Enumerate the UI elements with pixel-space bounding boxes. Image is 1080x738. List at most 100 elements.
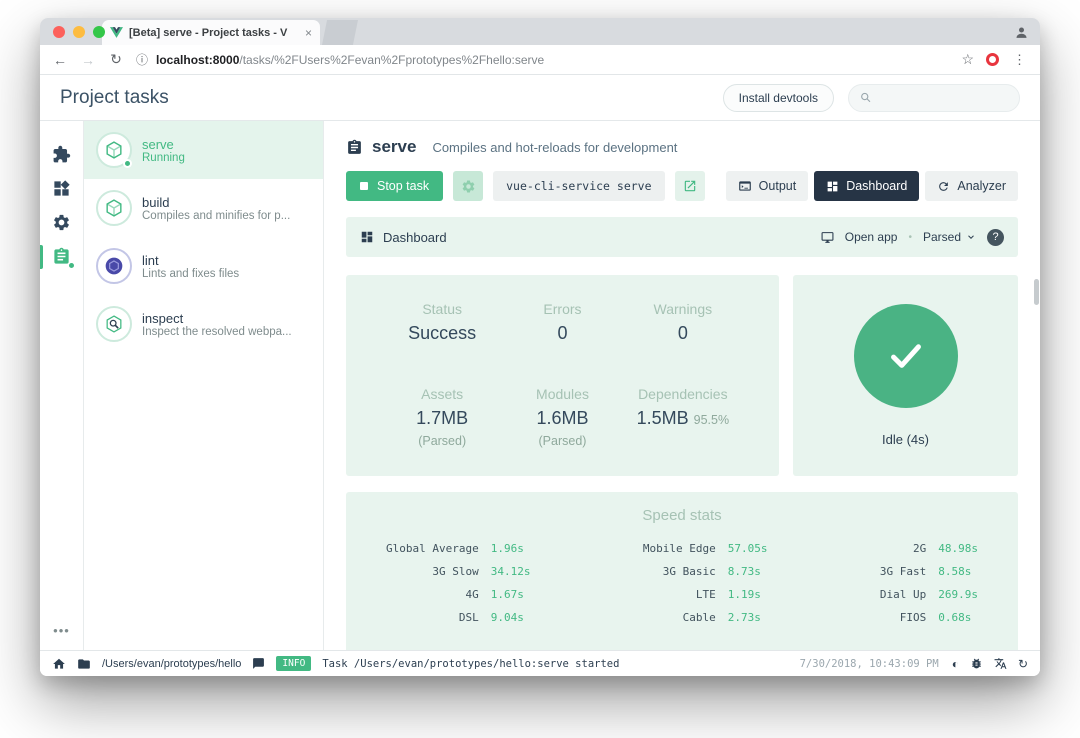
back-icon[interactable]: ← bbox=[52, 52, 68, 68]
translate-icon[interactable] bbox=[994, 657, 1007, 670]
speed-label: Global Average bbox=[386, 542, 479, 555]
task-settings-button[interactable] bbox=[453, 171, 483, 201]
log-bubble-icon[interactable] bbox=[252, 657, 265, 670]
speed-value: 9.04s bbox=[491, 611, 531, 624]
build-stats-card: Status Success Errors 0 Warnings 0 Asset… bbox=[346, 275, 779, 476]
terminal-icon bbox=[738, 179, 752, 193]
open-app-button[interactable]: Open app bbox=[845, 230, 898, 244]
task-description: Running bbox=[142, 152, 185, 164]
stat-label: Warnings bbox=[631, 301, 735, 317]
stop-task-button[interactable]: Stop task bbox=[346, 171, 443, 201]
search-box[interactable] bbox=[848, 84, 1020, 112]
open-in-editor-button[interactable] bbox=[675, 171, 705, 201]
app-header: Project tasks Install devtools bbox=[40, 75, 1040, 121]
tab-close-icon[interactable]: × bbox=[305, 26, 312, 40]
status-bar: /Users/evan/prototypes/hello INFO Task /… bbox=[40, 650, 1040, 676]
view-dashboard-button[interactable]: Dashboard bbox=[814, 171, 919, 201]
new-tab-button[interactable] bbox=[322, 20, 358, 45]
url-text: localhost:8000/tasks/%2FUsers%2Fevan%2Fp… bbox=[156, 53, 544, 67]
stat-label: Dependencies bbox=[631, 386, 735, 402]
speed-value: 57.05s bbox=[728, 542, 768, 555]
help-button[interactable]: ? bbox=[987, 229, 1004, 246]
bookmark-star-icon[interactable]: ☆ bbox=[961, 51, 974, 68]
speed-value: 1.67s bbox=[491, 588, 531, 601]
stat-suffix: (Parsed) bbox=[539, 434, 587, 448]
tasks-running-dot bbox=[68, 262, 75, 269]
forward-icon[interactable]: → bbox=[80, 52, 96, 68]
running-indicator-dot bbox=[123, 159, 132, 168]
browser-window: [Beta] serve - Project tasks - V × ← → ↻… bbox=[40, 18, 1040, 676]
speed-stats-card: Speed stats Global Average1.96s 3G Slow3… bbox=[346, 492, 1018, 650]
dashboard-grid-icon bbox=[360, 230, 374, 244]
window-minimize-button[interactable] bbox=[73, 26, 85, 38]
task-command-chip: vue-cli-service serve bbox=[493, 171, 664, 201]
view-analyzer-label: Analyzer bbox=[957, 179, 1006, 193]
stat-label: Modules bbox=[510, 386, 614, 402]
stat-suffix: 95.5% bbox=[694, 413, 729, 427]
size-mode-dropdown[interactable]: Parsed bbox=[923, 230, 976, 244]
separator-dot: • bbox=[908, 232, 912, 243]
nav-dependencies-button[interactable] bbox=[52, 179, 72, 199]
search-input[interactable] bbox=[878, 91, 1008, 105]
speed-label: 2G bbox=[880, 542, 926, 555]
home-icon[interactable] bbox=[52, 657, 66, 671]
speed-column-2: Mobile Edge57.05s 3G Basic8.73s LTE1.19s… bbox=[643, 542, 768, 624]
tab-title: [Beta] serve - Project tasks - V bbox=[129, 27, 299, 39]
task-name: serve bbox=[142, 137, 185, 152]
nav-more-button[interactable]: ••• bbox=[53, 623, 70, 638]
page-info-icon[interactable]: ⓘ bbox=[136, 51, 148, 68]
size-mode-value: Parsed bbox=[923, 230, 961, 244]
inspect-logo-icon bbox=[96, 306, 132, 342]
browser-toolbar: ← → ↻ ⓘ localhost:8000/tasks/%2FUsers%2F… bbox=[40, 45, 1040, 75]
view-output-label: Output bbox=[759, 179, 797, 193]
view-output-button[interactable]: Output bbox=[726, 171, 809, 201]
task-description: Lints and fixes files bbox=[142, 268, 239, 280]
stat-label: Assets bbox=[390, 386, 494, 402]
window-zoom-button[interactable] bbox=[93, 26, 105, 38]
dark-mode-icon[interactable]: ◐ bbox=[952, 657, 959, 671]
success-check-icon bbox=[854, 304, 958, 408]
task-item-build[interactable]: build Compiles and minifies for p... bbox=[84, 179, 323, 237]
task-name: lint bbox=[142, 253, 239, 268]
puzzle-icon bbox=[52, 145, 71, 164]
bug-report-icon[interactable] bbox=[970, 657, 983, 670]
install-devtools-button[interactable]: Install devtools bbox=[723, 84, 834, 112]
task-status-card: Idle (4s) bbox=[793, 275, 1018, 476]
chevron-down-icon bbox=[966, 232, 976, 242]
open-app-icon bbox=[821, 231, 834, 244]
browser-menu-icon[interactable]: ⋮ bbox=[1011, 52, 1028, 68]
nav-configuration-button[interactable] bbox=[52, 213, 72, 233]
dashboard-toolbar: Dashboard Open app • Parsed ? bbox=[346, 217, 1018, 257]
speed-value: 48.98s bbox=[938, 542, 978, 555]
stop-task-label: Stop task bbox=[377, 179, 429, 193]
scrollbar-thumb[interactable] bbox=[1034, 279, 1039, 305]
nav-plugins-button[interactable] bbox=[52, 145, 72, 165]
active-nav-indicator bbox=[40, 245, 43, 269]
speed-value: 0.68s bbox=[938, 611, 978, 624]
speed-label: Mobile Edge bbox=[643, 542, 716, 555]
speed-value: 269.9s bbox=[938, 588, 978, 601]
task-item-inspect[interactable]: inspect Inspect the resolved webpa... bbox=[84, 295, 323, 353]
widgets-icon bbox=[52, 179, 71, 198]
task-item-lint[interactable]: lint Lints and fixes files bbox=[84, 237, 323, 295]
task-name: build bbox=[142, 195, 290, 210]
address-bar[interactable]: ⓘ localhost:8000/tasks/%2FUsers%2Fevan%2… bbox=[136, 51, 974, 68]
stop-icon bbox=[360, 182, 368, 190]
browser-tab[interactable]: [Beta] serve - Project tasks - V × bbox=[102, 20, 320, 45]
reload-icon[interactable]: ↻ bbox=[108, 51, 124, 68]
task-item-serve[interactable]: serve Running bbox=[84, 121, 323, 179]
window-close-button[interactable] bbox=[53, 26, 65, 38]
stat-value: 1.5MB bbox=[637, 408, 689, 428]
nav-tasks-button[interactable] bbox=[52, 247, 72, 267]
view-analyzer-button[interactable]: Analyzer bbox=[925, 171, 1018, 201]
stat-label: Status bbox=[390, 301, 494, 317]
extension-icon[interactable] bbox=[986, 53, 999, 66]
task-detail-subtitle: Compiles and hot-reloads for development bbox=[432, 140, 677, 155]
speed-value: 8.58s bbox=[938, 565, 978, 578]
dashboard-grid-icon bbox=[826, 180, 839, 193]
refresh-icon[interactable]: ↻ bbox=[1018, 657, 1028, 671]
dashboard-toolbar-title: Dashboard bbox=[383, 230, 447, 245]
project-path[interactable]: /Users/evan/prototypes/hello bbox=[102, 658, 241, 670]
browser-profile-icon[interactable] bbox=[1013, 24, 1030, 41]
folder-icon[interactable] bbox=[77, 657, 91, 671]
